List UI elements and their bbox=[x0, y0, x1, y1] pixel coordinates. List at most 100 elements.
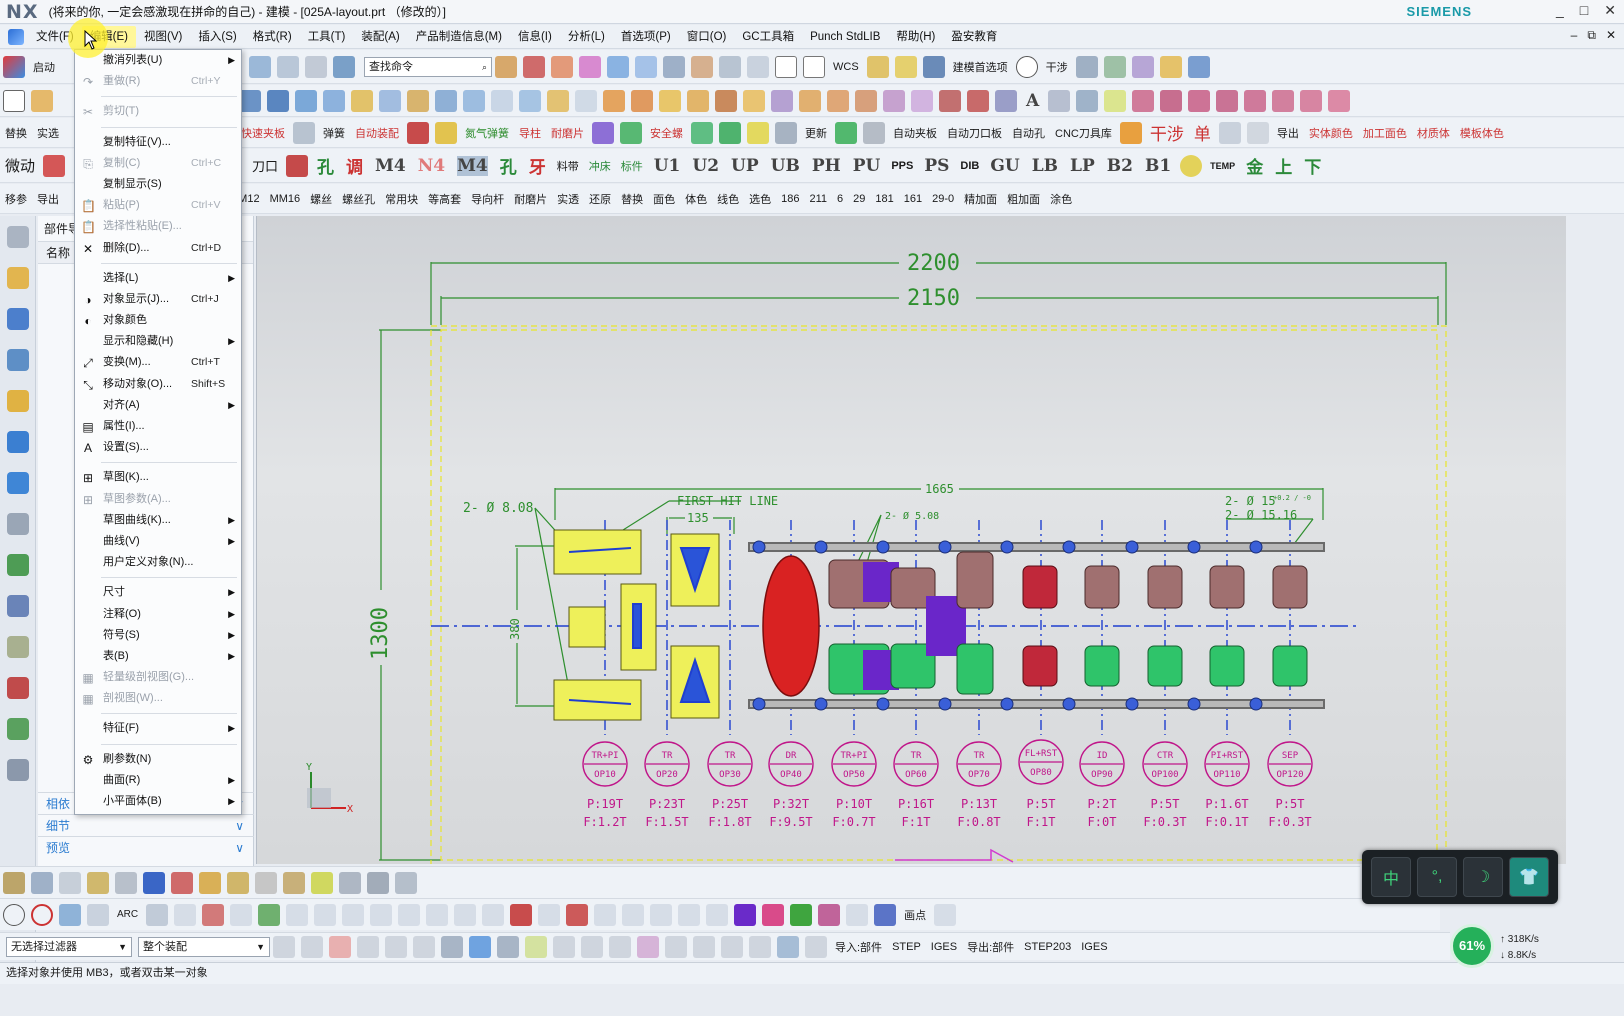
hole-button-2[interactable]: 孔 bbox=[500, 153, 517, 178]
palette-icon[interactable] bbox=[7, 759, 29, 781]
shade-icon[interactable] bbox=[691, 55, 713, 78]
pu-button[interactable]: PU bbox=[853, 156, 881, 176]
edit-menu-item[interactable]: 对齐(A) ▶ bbox=[75, 395, 241, 416]
project-icon[interactable] bbox=[370, 903, 393, 926]
reuse-library-icon[interactable] bbox=[7, 390, 29, 412]
move-comp-icon[interactable] bbox=[171, 871, 193, 894]
corner-icon[interactable] bbox=[286, 903, 309, 926]
u2-button[interactable]: U2 bbox=[692, 156, 719, 176]
color-white2-icon[interactable] bbox=[803, 55, 825, 78]
import-step-button[interactable]: STEP bbox=[892, 941, 921, 953]
start-icon[interactable] bbox=[3, 55, 25, 78]
cnc-tool-library-button[interactable]: CNC刀具库 bbox=[1055, 125, 1112, 141]
rect-select-icon[interactable] bbox=[413, 935, 435, 958]
ph-button[interactable]: PH bbox=[812, 156, 841, 176]
wear-plate-button[interactable]: 耐磨片 bbox=[551, 125, 584, 141]
lp-button[interactable]: LP bbox=[1070, 156, 1095, 176]
gu-button[interactable]: GU bbox=[990, 156, 1019, 176]
grid-icon[interactable] bbox=[594, 903, 617, 926]
cross-icon[interactable] bbox=[1216, 89, 1239, 112]
ps-button[interactable]: PS bbox=[924, 156, 949, 176]
details-section[interactable]: 细节 ∨ bbox=[38, 814, 254, 836]
table-icon[interactable] bbox=[1075, 55, 1098, 78]
menu-format[interactable]: 格式(R) bbox=[245, 26, 300, 48]
chain-icon[interactable] bbox=[863, 121, 885, 144]
template-color-button[interactable]: 模板体色 bbox=[1460, 125, 1504, 141]
trim2-icon[interactable] bbox=[230, 903, 253, 926]
ime-skin-key[interactable]: 👕 bbox=[1509, 857, 1549, 897]
edit-menu-item[interactable]: 小平面体(B) ▶ bbox=[75, 791, 241, 812]
pointer-icon[interactable] bbox=[357, 935, 379, 958]
b1-button[interactable]: B1 bbox=[1145, 156, 1171, 176]
line4-icon[interactable] bbox=[202, 903, 225, 926]
green2-icon[interactable] bbox=[691, 121, 713, 144]
temp-button[interactable]: TEMP bbox=[1210, 161, 1235, 171]
menu-view[interactable]: 视图(V) bbox=[136, 26, 190, 48]
move-param-button[interactable]: 移参 bbox=[5, 191, 27, 207]
cube2-icon[interactable] bbox=[497, 935, 519, 958]
body-color-button[interactable]: 体色 bbox=[685, 191, 707, 207]
settings-gear-icon[interactable] bbox=[7, 226, 29, 248]
menu-help[interactable]: 帮助(H) bbox=[888, 26, 943, 48]
offset-icon[interactable] bbox=[771, 89, 793, 112]
edit-menu-item[interactable]: 曲线(V) ▶ bbox=[75, 531, 241, 552]
bracket-icon[interactable] bbox=[650, 903, 673, 926]
edit-menu-item[interactable]: 选择(L) ▶ bbox=[75, 268, 241, 289]
filter-icon[interactable] bbox=[273, 935, 295, 958]
menu-analysis[interactable]: 分析(L) bbox=[560, 26, 613, 48]
derive-icon[interactable] bbox=[426, 903, 449, 926]
export-part-label[interactable]: 导出:部件 bbox=[967, 939, 1014, 955]
history-clock-icon[interactable] bbox=[7, 513, 29, 535]
arc2-icon[interactable] bbox=[967, 89, 989, 112]
graphics-window[interactable]: 2200 2150 1300 1665 135 380 2- Ø 8.08 FI… bbox=[256, 216, 1566, 864]
up-button[interactable]: UP bbox=[731, 156, 759, 176]
replace-button[interactable]: 替换 bbox=[5, 125, 27, 141]
ime-chinese-key[interactable]: 中 bbox=[1371, 857, 1411, 897]
edit-menu-item[interactable]: ⊞ 草图(K)... bbox=[75, 467, 241, 488]
shape-icon[interactable] bbox=[1048, 89, 1071, 112]
adjust-button[interactable]: 调 bbox=[346, 153, 363, 178]
hole-button-1[interactable]: 孔 bbox=[317, 153, 334, 178]
snap-quadrant-icon[interactable] bbox=[693, 935, 715, 958]
edit-menu-item[interactable]: 表(B) ▶ bbox=[75, 646, 241, 667]
menu-info[interactable]: 信息(I) bbox=[510, 26, 560, 48]
quick-clamp-button[interactable]: 快速夹板 bbox=[241, 125, 285, 141]
menu-window[interactable]: 窗口(O) bbox=[679, 26, 735, 48]
wear-plate2-button[interactable]: 耐磨片 bbox=[514, 191, 547, 207]
arc-text-icon[interactable]: ARC bbox=[117, 909, 138, 920]
auto-cutter-plate-button[interactable]: 自动刀口板 bbox=[947, 125, 1002, 141]
update-button[interactable]: 更新 bbox=[805, 125, 827, 141]
yellow-block-icon[interactable] bbox=[435, 121, 457, 144]
mirror2-icon[interactable] bbox=[227, 871, 249, 894]
type-filter-select[interactable]: 无选择过滤器 ▼ bbox=[6, 936, 132, 957]
ub-button[interactable]: UB bbox=[771, 156, 800, 176]
split-icon[interactable] bbox=[659, 89, 681, 112]
menu-preferences[interactable]: 首选项(P) bbox=[613, 26, 679, 48]
link-icon[interactable] bbox=[1131, 55, 1154, 78]
dib-button[interactable]: DIB bbox=[960, 160, 979, 172]
replace-comp-icon[interactable] bbox=[255, 871, 277, 894]
single-button[interactable]: 单 bbox=[1194, 120, 1211, 145]
color-181-button[interactable]: 181 bbox=[875, 193, 893, 205]
menu-punch-stdlib[interactable]: Punch StdLIB bbox=[802, 26, 888, 48]
network-monitor[interactable]: 61% ↑ 318K/s ↓ 8.8K/s bbox=[1450, 922, 1624, 970]
purple-icon[interactable] bbox=[592, 121, 614, 144]
slot-icon[interactable] bbox=[463, 89, 485, 112]
modeling-prefs-button[interactable]: 建模首选项 bbox=[953, 59, 1008, 75]
orient-icon[interactable] bbox=[277, 55, 299, 78]
polygon-icon[interactable] bbox=[59, 903, 81, 926]
hole-icon[interactable] bbox=[351, 89, 373, 112]
boss-icon[interactable] bbox=[379, 89, 401, 112]
role-icon[interactable] bbox=[7, 677, 29, 699]
upper-button[interactable]: 上 bbox=[1275, 153, 1292, 178]
snap-on-curve-icon[interactable] bbox=[749, 935, 771, 958]
link2-icon[interactable] bbox=[115, 871, 137, 894]
nx-app-icon[interactable] bbox=[8, 28, 24, 45]
snap-mid-icon[interactable] bbox=[581, 935, 603, 958]
green1-icon[interactable] bbox=[620, 121, 642, 144]
point-icon[interactable] bbox=[995, 89, 1017, 112]
import-part-label[interactable]: 导入:部件 bbox=[835, 939, 882, 955]
manufacturing-wizard-icon[interactable] bbox=[7, 636, 29, 658]
interference-button[interactable]: 干涉 bbox=[1046, 59, 1068, 75]
color-161-button[interactable]: 161 bbox=[904, 193, 922, 205]
